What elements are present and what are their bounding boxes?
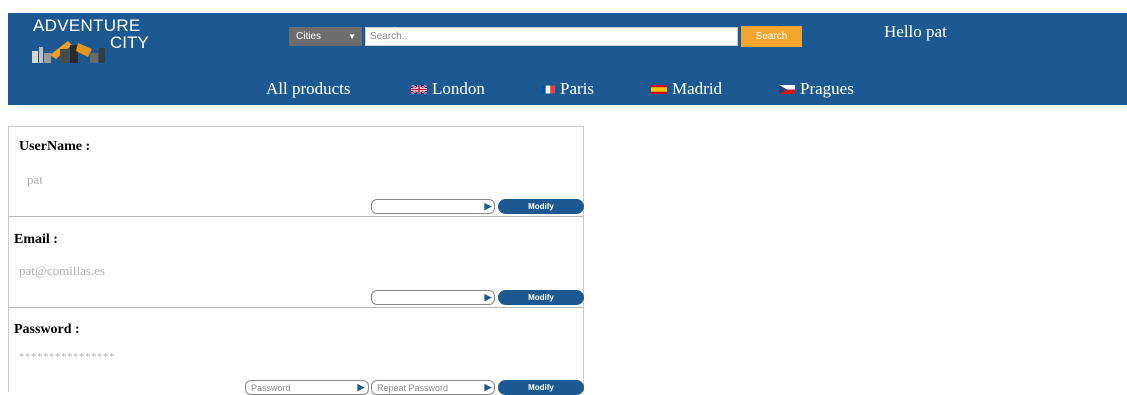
modify-email-button[interactable]: Modify — [498, 290, 584, 305]
logo-skyline-icon — [32, 41, 105, 63]
nav-item-paris[interactable]: Paris — [541, 78, 594, 100]
username-label: UserName : — [19, 139, 91, 154]
email-input[interactable] — [371, 290, 495, 305]
site-logo[interactable]: ADVENTURE CITY — [30, 17, 149, 63]
modify-username-button[interactable]: Modify — [498, 199, 584, 214]
input-cursor-icon: ▶ — [484, 201, 492, 211]
search-button[interactable]: Search — [741, 26, 802, 47]
nav-item-label: Paris — [560, 79, 594, 98]
france-flag-icon — [541, 85, 555, 94]
password-value: **************** — [19, 351, 115, 363]
input-cursor-icon: ▶ — [357, 382, 365, 392]
search-input[interactable] — [365, 27, 738, 46]
nav-item-all-products[interactable]: All products — [266, 78, 351, 100]
modify-password-button[interactable]: Modify — [498, 380, 584, 395]
user-greeting: Hello pat — [884, 22, 947, 41]
nav-item-label: Pragues — [800, 79, 854, 98]
repeat-password-input[interactable] — [371, 380, 495, 395]
input-cursor-icon: ▶ — [484, 382, 492, 392]
nav-item-pragues[interactable]: Pragues — [779, 78, 854, 100]
city-category-select[interactable]: Cities ▼ — [289, 27, 362, 46]
password-label: Password : — [14, 322, 80, 337]
nav-item-label: London — [432, 79, 485, 98]
username-value: pat — [27, 172, 43, 187]
main-nav: All products London Paris Madrid Pragues — [8, 78, 1127, 100]
logo-subtitle: CITY — [110, 33, 149, 52]
header-bar: ADVENTURE CITY Cities ▼ Search Hello pat… — [8, 13, 1127, 105]
email-label: Email : — [14, 232, 58, 247]
spain-flag-icon — [651, 84, 667, 94]
city-category-selected: Cities — [296, 31, 322, 42]
input-cursor-icon: ▶ — [484, 292, 492, 302]
username-input[interactable] — [371, 199, 495, 214]
nav-item-label: Madrid — [672, 79, 723, 98]
uk-flag-icon — [411, 84, 427, 94]
username-section: UserName : pat ▶ Modify — [9, 127, 584, 216]
nav-item-label: All products — [266, 79, 351, 98]
password-input[interactable] — [245, 380, 369, 395]
profile-panel: UserName : pat ▶ Modify Email : pat@comi… — [8, 126, 584, 395]
nav-item-madrid[interactable]: Madrid — [651, 78, 722, 100]
czech-flag-icon — [779, 84, 795, 94]
email-section: Email : pat@comillas.es ▶ Modify — [9, 217, 584, 307]
email-value: pat@comillas.es — [19, 263, 105, 278]
password-section: Password : **************** ▶ ▶ Modify — [9, 308, 584, 395]
nav-item-london[interactable]: London — [411, 78, 485, 100]
dropdown-caret-icon: ▼ — [348, 32, 356, 41]
